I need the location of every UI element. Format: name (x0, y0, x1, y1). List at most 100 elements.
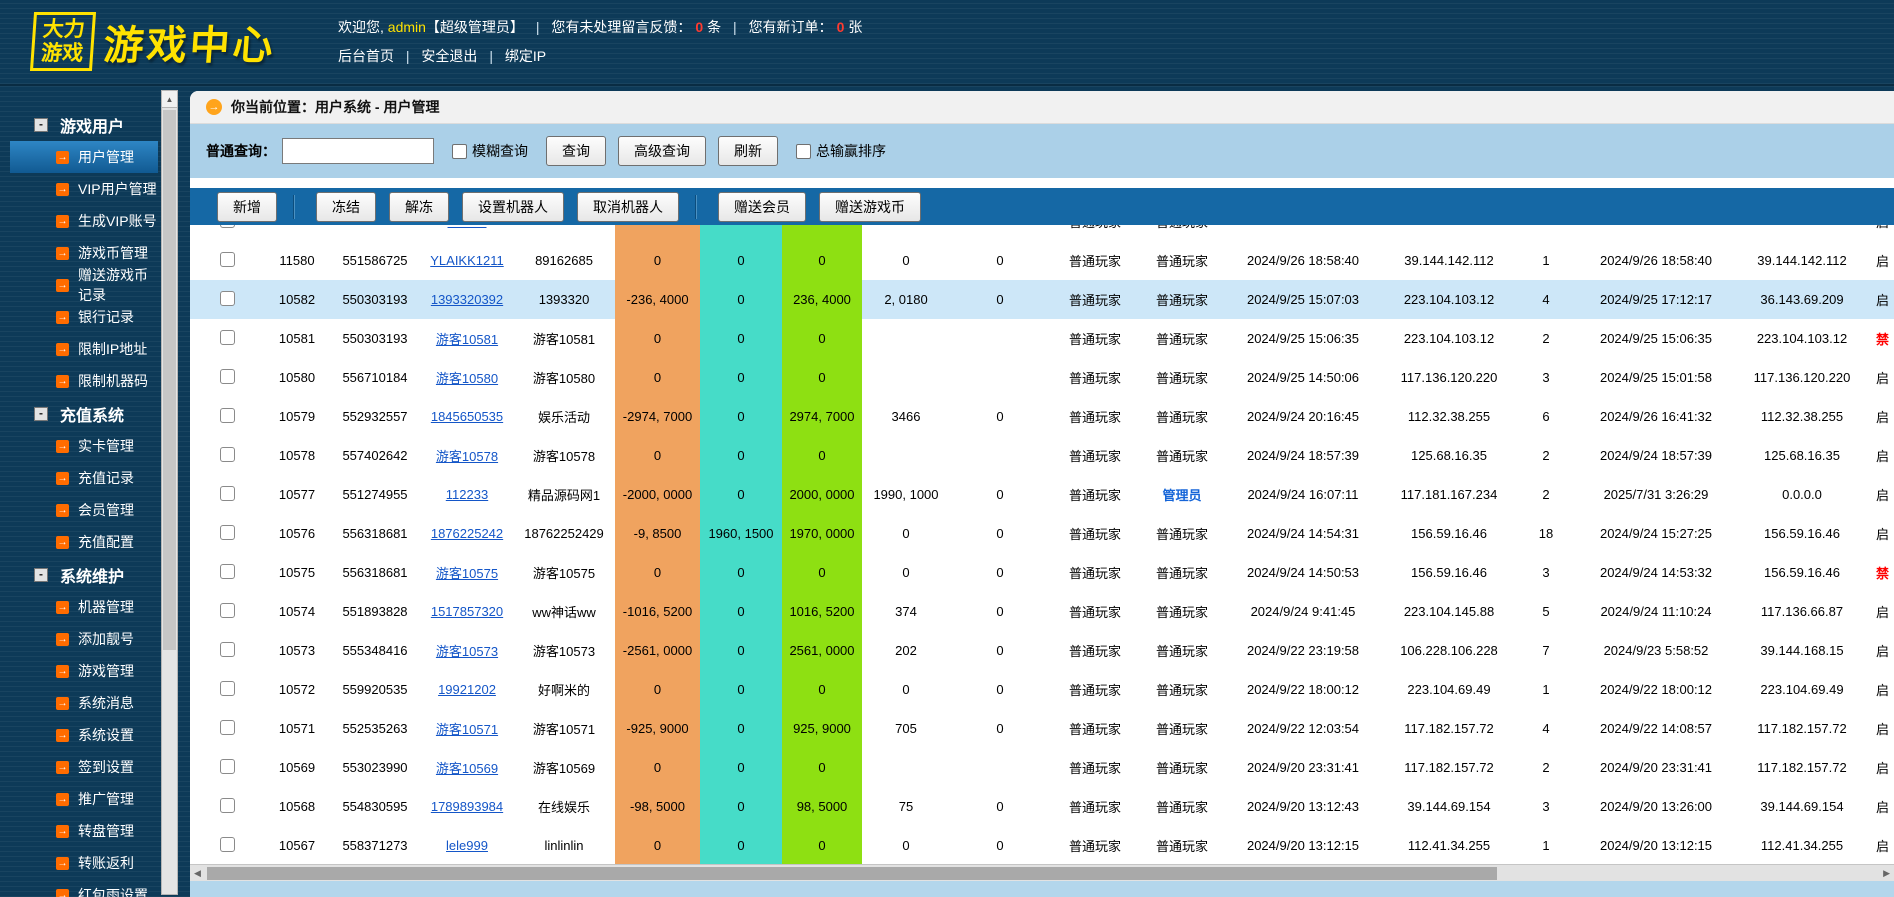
table-row[interactable]: 10569 553023990 游客10569 游客10569 0 0 0 普通玩家 普通玩家 2… (190, 748, 1894, 787)
sidebar-item-赠送游戏币记录[interactable]: → 赠送游戏币记录 (0, 267, 158, 303)
scroll-right-icon[interactable]: ▶ (1883, 865, 1890, 881)
fuzzy-checkbox[interactable] (452, 143, 467, 159)
scroll-left-icon[interactable]: ◀ (194, 865, 201, 881)
toolbar-button-冻结[interactable]: 冻结 (316, 191, 376, 222)
username-link[interactable]: 1789893984 (431, 799, 503, 814)
sidebar-item-推广管理[interactable]: → 推广管理 (0, 783, 158, 815)
username-link[interactable]: 游客10581 (436, 332, 498, 347)
sidebar-item-实卡管理[interactable]: → 实卡管理 (0, 430, 158, 462)
table-row[interactable]: ······································普通… (190, 225, 1894, 241)
toolbar-button-赠送游戏币[interactable]: 赠送游戏币 (819, 191, 921, 222)
nav-link-logout[interactable]: 安全退出 (421, 48, 477, 64)
cell-type1: 普通玩家 (1068, 761, 1121, 776)
username-link[interactable]: 游客10569 (436, 761, 498, 776)
table-row[interactable]: 11580 551586725 YLAIKK1211 89162685 0 0 0 0 0 普通玩… (190, 241, 1894, 280)
row-checkbox[interactable] (220, 225, 235, 228)
sidebar-item-限制IP地址[interactable]: → 限制IP地址 (0, 333, 158, 365)
toolbar-button-解冻[interactable]: 解冻 (389, 191, 449, 222)
username-link[interactable]: 1876225242 (431, 526, 503, 541)
table-row[interactable]: 10580 556710184 游客10580 游客10580 0 0 0 普通玩家 普通玩家 2… (190, 358, 1894, 397)
row-checkbox[interactable] (220, 758, 235, 774)
username-link[interactable]: 1517857320 (431, 604, 503, 619)
username-link[interactable]: 游客10571 (436, 722, 498, 737)
sidebar-item-系统消息[interactable]: → 系统消息 (0, 687, 158, 719)
collapse-minus-icon[interactable]: - (34, 567, 48, 582)
table-row[interactable]: 10581 550303193 游客10581 游客10581 0 0 0 普通玩家 普通玩家 2… (190, 319, 1894, 358)
table-row[interactable]: 10568 554830595 1789893984 在线娱乐 -98, 5000 0 98… (190, 787, 1894, 826)
table-row[interactable]: 10582 550303193 1393320392 1393320 -236, 400… (190, 280, 1894, 319)
cell-username: 游客10571 (421, 719, 513, 738)
row-checkbox[interactable] (220, 524, 235, 540)
row-checkbox[interactable] (220, 407, 235, 423)
sidebar-item-添加靓号[interactable]: → 添加靓号 (0, 623, 158, 655)
username-link[interactable]: 游客10580 (436, 371, 498, 386)
row-checkbox[interactable] (220, 641, 235, 657)
row-checkbox[interactable] (220, 797, 235, 813)
table-row[interactable]: 10578 557402642 游客10578 游客10578 0 0 0 普通玩家 普通玩家 2… (190, 436, 1894, 475)
sidebar-item-VIP用户管理[interactable]: → VIP用户管理 (0, 173, 158, 205)
sidebar-item-转盘管理[interactable]: → 转盘管理 (0, 815, 158, 847)
row-checkbox[interactable] (220, 836, 235, 852)
table-row[interactable]: 10577 551274955 112233 精品源码网1 -2000, 0000 0 20… (190, 475, 1894, 514)
table-row[interactable]: 10576 556318681 1876225242 18762252429 -9, 8… (190, 514, 1894, 553)
table-row[interactable]: 10571 552535263 游客10571 游客10571 -925, 9000 0 9… (190, 709, 1894, 748)
sidebar-scrollbar-thumb[interactable] (163, 110, 176, 650)
sidebar-item-系统设置[interactable]: → 系统设置 (0, 719, 158, 751)
row-checkbox[interactable] (220, 290, 235, 306)
advanced-query-button[interactable]: 高级查询 (618, 136, 706, 166)
username-link[interactable]: 1393320392 (431, 292, 503, 307)
query-button[interactable]: 查询 (546, 136, 606, 166)
row-checkbox[interactable] (220, 485, 235, 501)
sidebar-item-生成VIP账号[interactable]: → 生成VIP账号 (0, 205, 158, 237)
toolbar-button-新增[interactable]: 新增 (217, 191, 277, 222)
horizontal-scrollbar-thumb[interactable] (207, 867, 1497, 880)
table-row[interactable]: 10572 559920535 19921202 好啊米的 0 0 0 0 0 普通玩家 普通玩家 2… (190, 670, 1894, 709)
toolbar-button-赠送会员[interactable]: 赠送会员 (718, 191, 806, 222)
nav-link-bind-ip[interactable]: 绑定IP (505, 48, 546, 64)
row-checkbox[interactable] (220, 602, 235, 618)
username-link[interactable]: YLAIKK1211 (430, 253, 503, 268)
username-link[interactable]: ········· (448, 225, 487, 229)
toolbar-button-设置机器人[interactable]: 设置机器人 (462, 191, 564, 222)
search-input[interactable] (282, 138, 434, 164)
table-row[interactable]: 10574 551893828 1517857320 ww神话ww -1016, 520… (190, 592, 1894, 631)
username-link[interactable]: 游客10573 (436, 644, 498, 659)
table-row[interactable]: 10567 558371273 lele999 linlinlin 0 0 0 0 0 普通玩家普… (190, 826, 1894, 864)
scroll-up-icon[interactable]: ▲ (162, 91, 177, 108)
sidebar-item-限制机器码[interactable]: → 限制机器码 (0, 365, 158, 397)
sidebar-item-转账返利[interactable]: → 转账返利 (0, 847, 158, 879)
username-link[interactable]: 112233 (446, 487, 488, 502)
username-link[interactable]: 游客10575 (436, 566, 498, 581)
sidebar-item-签到设置[interactable]: → 签到设置 (0, 751, 158, 783)
collapse-minus-icon[interactable]: - (34, 117, 48, 132)
sidebar-item-充值记录[interactable]: → 充值记录 (0, 462, 158, 494)
username-link[interactable]: lele999 (446, 838, 488, 853)
sidebar-item-红包雨设置[interactable]: → 红包雨设置 (0, 879, 158, 897)
row-checkbox[interactable] (220, 446, 235, 462)
sidebar-scrollbar[interactable]: ▲ (161, 90, 178, 895)
sort-checkbox[interactable] (796, 143, 811, 159)
row-checkbox[interactable] (220, 563, 235, 579)
sidebar-item-游戏管理[interactable]: → 游戏管理 (0, 655, 158, 687)
username-link[interactable]: 1845650535 (431, 409, 503, 424)
refresh-button[interactable]: 刷新 (718, 136, 778, 166)
sidebar-item-银行记录[interactable]: → 银行记录 (0, 301, 158, 333)
nav-link-home[interactable]: 后台首页 (338, 48, 394, 64)
row-checkbox[interactable] (220, 251, 235, 267)
username-link[interactable]: 游客10578 (436, 449, 498, 464)
table-row[interactable]: 10573 555348416 游客10573 游客10573 -2561, 0000 0… (190, 631, 1894, 670)
sidebar-item-充值配置[interactable]: → 充值配置 (0, 526, 158, 558)
sidebar-item-会员管理[interactable]: → 会员管理 (0, 494, 158, 526)
horizontal-scrollbar[interactable]: ◀ ▶ (190, 864, 1894, 881)
row-checkbox[interactable] (220, 329, 235, 345)
sidebar-item-机器管理[interactable]: → 机器管理 (0, 591, 158, 623)
table-row[interactable]: 10575 556318681 游客10575 游客10575 0 0 0 0 0 普通玩家 普通玩… (190, 553, 1894, 592)
collapse-minus-icon[interactable]: - (34, 406, 48, 421)
toolbar-button-取消机器人[interactable]: 取消机器人 (577, 191, 679, 222)
sidebar-item-用户管理[interactable]: → 用户管理 (10, 141, 158, 173)
table-row[interactable]: 10579 552932557 1845650535 娱乐活动 -2974, 7000 0… (190, 397, 1894, 436)
username-link[interactable]: 19921202 (438, 682, 496, 697)
row-checkbox[interactable] (220, 680, 235, 696)
row-checkbox[interactable] (220, 719, 235, 735)
row-checkbox[interactable] (220, 368, 235, 384)
